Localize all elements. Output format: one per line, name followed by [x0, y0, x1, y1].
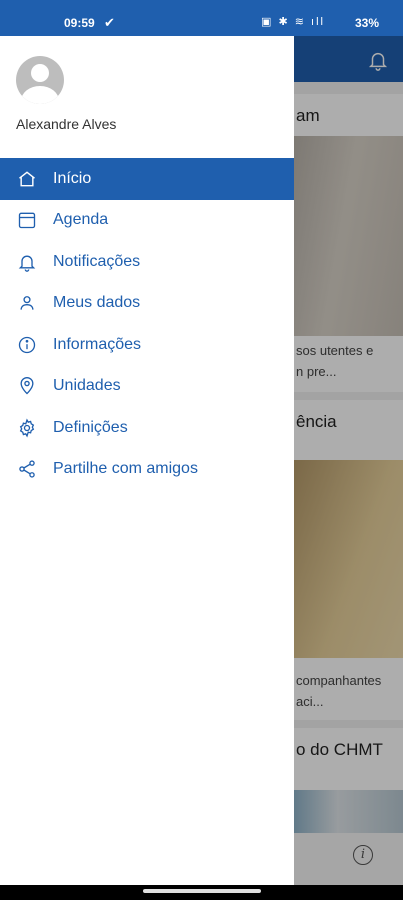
gear-icon: [17, 418, 37, 438]
user-name: Alexandre Alves: [16, 116, 117, 132]
menu-item-label: Agenda: [53, 211, 109, 229]
home-icon: [17, 169, 37, 189]
menu-item-label: Definições: [53, 418, 128, 436]
menu-item-label: Partilhe com amigos: [53, 460, 198, 478]
menu-item-label: Notificações: [53, 252, 141, 270]
share-icon: [17, 459, 37, 479]
avatar: [16, 56, 64, 104]
menu-item-label: Unidades: [53, 377, 121, 395]
menu-item-inicio[interactable]: Início: [0, 158, 294, 200]
battery-level: 33%: [354, 16, 379, 30]
bell-icon: [17, 252, 37, 272]
avatar-head: [31, 64, 49, 82]
system-navigation-bar: [0, 885, 403, 900]
status-time: 09:59: [64, 16, 95, 30]
navigation-drawer: Alexandre Alves Início Agenda Notificaçõ…: [0, 36, 294, 885]
check-icon: ✔: [104, 15, 115, 30]
avatar-body: [21, 86, 59, 104]
drawer-menu: Início Agenda Notificações Meus dados In…: [0, 158, 294, 490]
location-pin-icon: [17, 376, 37, 396]
menu-item-meus-dados[interactable]: Meus dados: [0, 283, 294, 325]
info-icon: [17, 335, 37, 355]
menu-item-label: Início: [53, 169, 92, 187]
menu-item-definicoes[interactable]: Definições: [0, 407, 294, 449]
menu-item-label: Informações: [53, 335, 142, 353]
menu-item-notificacoes[interactable]: Notificações: [0, 241, 294, 283]
menu-item-informacoes[interactable]: Informações: [0, 324, 294, 366]
status-bar: 09:59 ✔ ▣ ✱ ≋ ıll 33%: [0, 0, 403, 36]
person-icon: [17, 293, 37, 313]
home-gesture-handle[interactable]: [143, 889, 261, 893]
system-status-icons: ▣ ✱ ≋ ıll: [261, 16, 325, 28]
menu-item-agenda[interactable]: Agenda: [0, 200, 294, 242]
calendar-icon: [17, 210, 37, 230]
menu-item-unidades[interactable]: Unidades: [0, 366, 294, 408]
menu-item-label: Meus dados: [53, 294, 141, 312]
menu-item-partilhe[interactable]: Partilhe com amigos: [0, 449, 294, 491]
